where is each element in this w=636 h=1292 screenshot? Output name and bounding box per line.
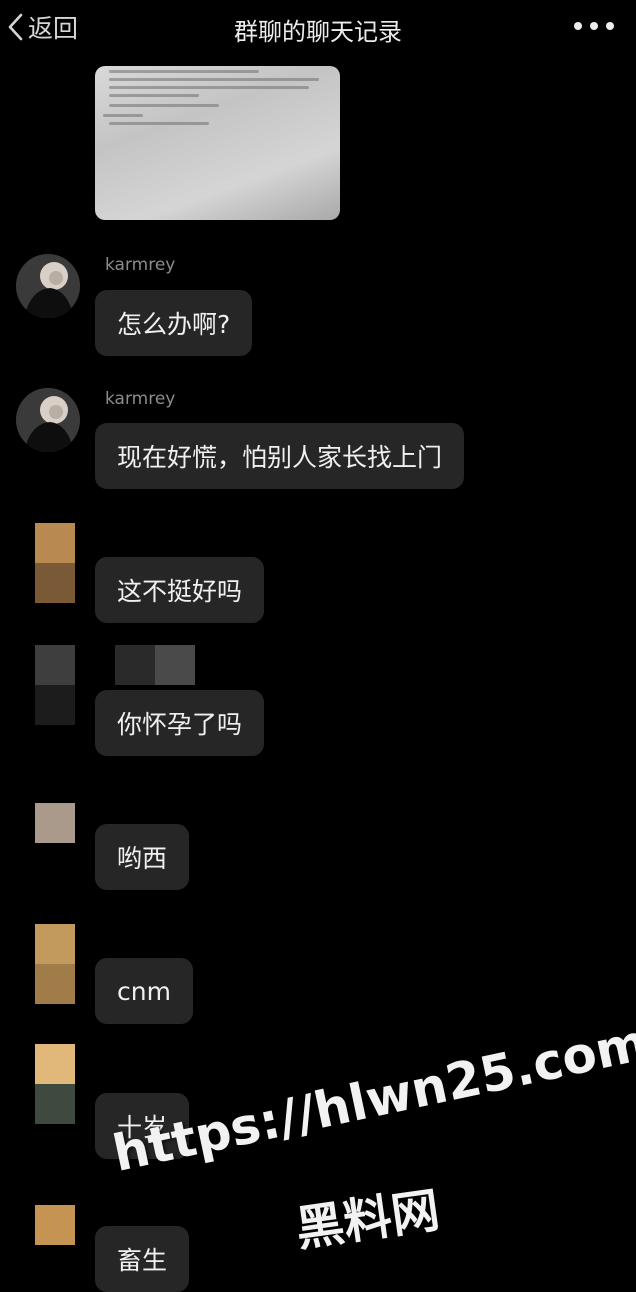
message-bubble[interactable]: 这不挺好吗 <box>95 557 265 623</box>
more-dots-icon[interactable] <box>574 16 614 36</box>
page-title: 群聊的聊天记录 <box>234 18 402 46</box>
censored-avatar[interactable] <box>35 924 75 1004</box>
message-bubble[interactable]: 现在好慌，怕别人家长找上门 <box>95 423 465 489</box>
censored-avatar[interactable] <box>35 645 75 725</box>
message-bubble[interactable]: 畜生 <box>95 1226 190 1292</box>
message-bubble[interactable]: 哟西 <box>95 824 190 890</box>
watermark: https://hlwn25.com 黑料网 <box>108 1013 636 1258</box>
watermark-name: 黑料网 <box>292 1182 443 1258</box>
censored-name <box>155 645 195 685</box>
sender-name: karmrey <box>105 255 176 275</box>
message-bubble[interactable]: 十岁 <box>95 1093 190 1159</box>
censored-avatar[interactable] <box>35 1205 75 1245</box>
censored-name <box>115 645 155 685</box>
message-bubble[interactable]: 怎么办啊? <box>95 290 253 356</box>
avatar[interactable] <box>16 388 80 452</box>
censored-avatar[interactable] <box>35 1044 75 1124</box>
image-message[interactable] <box>95 66 340 220</box>
sender-name: karmrey <box>105 389 176 409</box>
top-bar: 返回 群聊的聊天记录 <box>0 0 636 56</box>
message-bubble[interactable]: cnm <box>95 958 193 1024</box>
censored-avatar[interactable] <box>35 523 75 603</box>
avatar[interactable] <box>16 254 80 318</box>
message-bubble[interactable]: 你怀孕了吗 <box>95 690 265 756</box>
censored-avatar[interactable] <box>35 803 75 843</box>
